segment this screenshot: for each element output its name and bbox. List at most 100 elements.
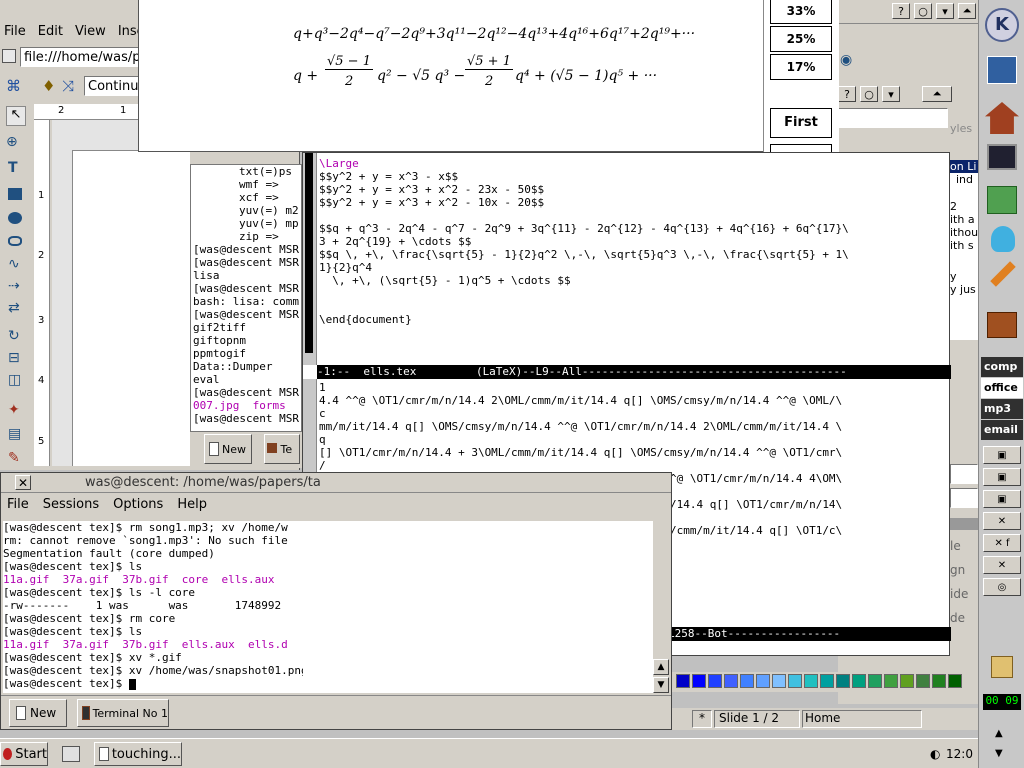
color-swatch[interactable] [916, 674, 930, 688]
side-item[interactable]: ide [950, 582, 978, 606]
color-swatch[interactable] [900, 674, 914, 688]
tex-buffer[interactable]: \Large $$y^2 + y = x^3 - x$$ $$y^2 + y = x… [319, 157, 949, 363]
close-button-2[interactable]: ⏶ [922, 86, 952, 102]
scroll-up-icon[interactable]: ▲ [653, 659, 669, 675]
rect-tool-icon[interactable] [8, 188, 22, 200]
calculator-icon[interactable] [987, 186, 1017, 214]
arrows-tool-icon[interactable]: ⇄ [8, 300, 20, 316]
maximize-button[interactable]: ▾ [936, 3, 954, 19]
brush-tool-icon[interactable]: ✎ [8, 450, 20, 466]
ellipse-tool-icon[interactable] [8, 212, 22, 224]
color-swatch[interactable] [692, 674, 706, 688]
cylinder-tool-icon[interactable] [8, 236, 22, 246]
scroll-thumb[interactable] [305, 153, 313, 353]
color-swatch[interactable] [772, 674, 786, 688]
color-swatch[interactable] [804, 674, 818, 688]
home-icon[interactable] [985, 102, 1019, 134]
window-button-icon[interactable]: ▣ [983, 468, 1021, 486]
help-button[interactable]: ? [892, 3, 910, 19]
rotate-tool-icon[interactable]: ↻ [8, 328, 20, 344]
dock-scroll-up-icon[interactable]: ▲ [995, 728, 1003, 739]
scroll-down-icon[interactable]: ▼ [653, 677, 669, 693]
color-swatch[interactable] [948, 674, 962, 688]
pct-cell[interactable]: 25% [770, 26, 832, 52]
dock-scroll-down-icon[interactable]: ▼ [995, 748, 1003, 759]
new-button[interactable]: New [204, 434, 252, 464]
help-button-2[interactable]: ? [838, 86, 856, 102]
close-button[interactable]: ⏶ [958, 3, 976, 19]
tip-icon[interactable]: ♦ [42, 77, 55, 95]
xterm-icon[interactable]: ✕ f [983, 534, 1021, 552]
arrow-tool-icon[interactable]: ↖ [6, 106, 26, 126]
pct-cell[interactable]: 17% [770, 54, 832, 80]
terminal-scrollbar[interactable]: ▲ ▼ [653, 659, 669, 693]
windows-icon[interactable] [987, 56, 1017, 84]
first-button[interactable]: First [770, 108, 832, 138]
form-tool-icon[interactable]: ▤ [8, 426, 21, 442]
te-button[interactable]: Te [264, 434, 300, 464]
lightbulb-icon[interactable] [991, 226, 1015, 252]
menu-options[interactable]: Options [113, 497, 163, 515]
minimize-button-2[interactable]: ○ [860, 86, 878, 102]
window-button-icon[interactable]: ▣ [983, 446, 1021, 464]
color-swatch[interactable] [724, 674, 738, 688]
color-swatch[interactable] [836, 674, 850, 688]
side-item[interactable]: de [950, 606, 978, 630]
menu-file[interactable]: File [4, 24, 26, 42]
dock-label-email[interactable]: email [981, 420, 1023, 440]
misc-icon[interactable]: ◎ [983, 578, 1021, 596]
color-swatch[interactable] [676, 674, 690, 688]
right-field-3[interactable] [950, 488, 978, 508]
minimize-button[interactable]: ○ [914, 3, 932, 19]
color-swatch[interactable] [740, 674, 754, 688]
speaker-icon[interactable]: ◐ [930, 747, 940, 761]
color-swatch[interactable] [820, 674, 834, 688]
emacs-scrollbar-1[interactable] [303, 153, 317, 365]
window-button-icon[interactable]: ▣ [983, 490, 1021, 508]
dock-label-mp3[interactable]: mp3 [981, 399, 1023, 419]
clipboard-icon[interactable] [991, 656, 1013, 678]
side-item[interactable]: gn [950, 558, 978, 582]
text-tool-icon[interactable]: T [8, 160, 18, 176]
right-input[interactable] [838, 108, 948, 128]
terminal-tab[interactable]: Terminal No 1 [77, 699, 169, 727]
start-button[interactable]: Start [0, 742, 48, 766]
menu-sessions[interactable]: Sessions [43, 497, 99, 515]
color-swatch[interactable] [932, 674, 946, 688]
canvas-area[interactable] [52, 120, 190, 466]
pct-cell[interactable]: 33% [770, 0, 832, 24]
network-icon[interactable]: ⌘ [6, 77, 21, 95]
curve-tool-icon[interactable]: ∿ [8, 256, 20, 272]
right-field-2[interactable] [950, 464, 978, 484]
color-swatch[interactable] [788, 674, 802, 688]
desktop-icon[interactable] [62, 746, 80, 762]
menu-file[interactable]: File [7, 497, 29, 515]
pencil-icon[interactable] [990, 261, 1016, 287]
effects-tool-icon[interactable]: ✦ [8, 402, 20, 418]
new-session-button[interactable]: New [9, 699, 67, 727]
color-swatch[interactable] [852, 674, 866, 688]
side-item[interactable]: le [950, 534, 978, 558]
menu-help[interactable]: Help [177, 497, 207, 515]
color-swatch[interactable] [884, 674, 898, 688]
maximize-button-2[interactable]: ▾ [882, 86, 900, 102]
monitor-icon[interactable] [987, 144, 1017, 170]
xterm-icon[interactable]: ✕ [983, 512, 1021, 530]
color-swatch[interactable] [708, 674, 722, 688]
align-tool-icon[interactable]: ⊟ [8, 350, 20, 366]
color-swatch[interactable] [868, 674, 882, 688]
globe-icon[interactable]: ◉ [840, 52, 852, 68]
arrange-tool-icon[interactable]: ◫ [8, 372, 21, 388]
next-button-partial[interactable] [770, 144, 832, 152]
zoom-tool-icon[interactable]: ⊕ [6, 134, 18, 150]
task-touching[interactable]: touching... [94, 742, 182, 766]
cursor-tool-icon[interactable]: ⤨ [62, 77, 74, 95]
url-input[interactable]: file:///home/was/p [20, 47, 150, 67]
xterm-icon[interactable]: ✕ [983, 556, 1021, 574]
dock-label-office[interactable]: office [981, 378, 1023, 398]
toolbox-icon[interactable] [987, 312, 1017, 338]
menu-edit[interactable]: Edit [38, 24, 63, 42]
dock-label-comp[interactable]: comp [981, 357, 1023, 377]
menu-view[interactable]: View [75, 24, 106, 42]
color-swatch[interactable] [756, 674, 770, 688]
